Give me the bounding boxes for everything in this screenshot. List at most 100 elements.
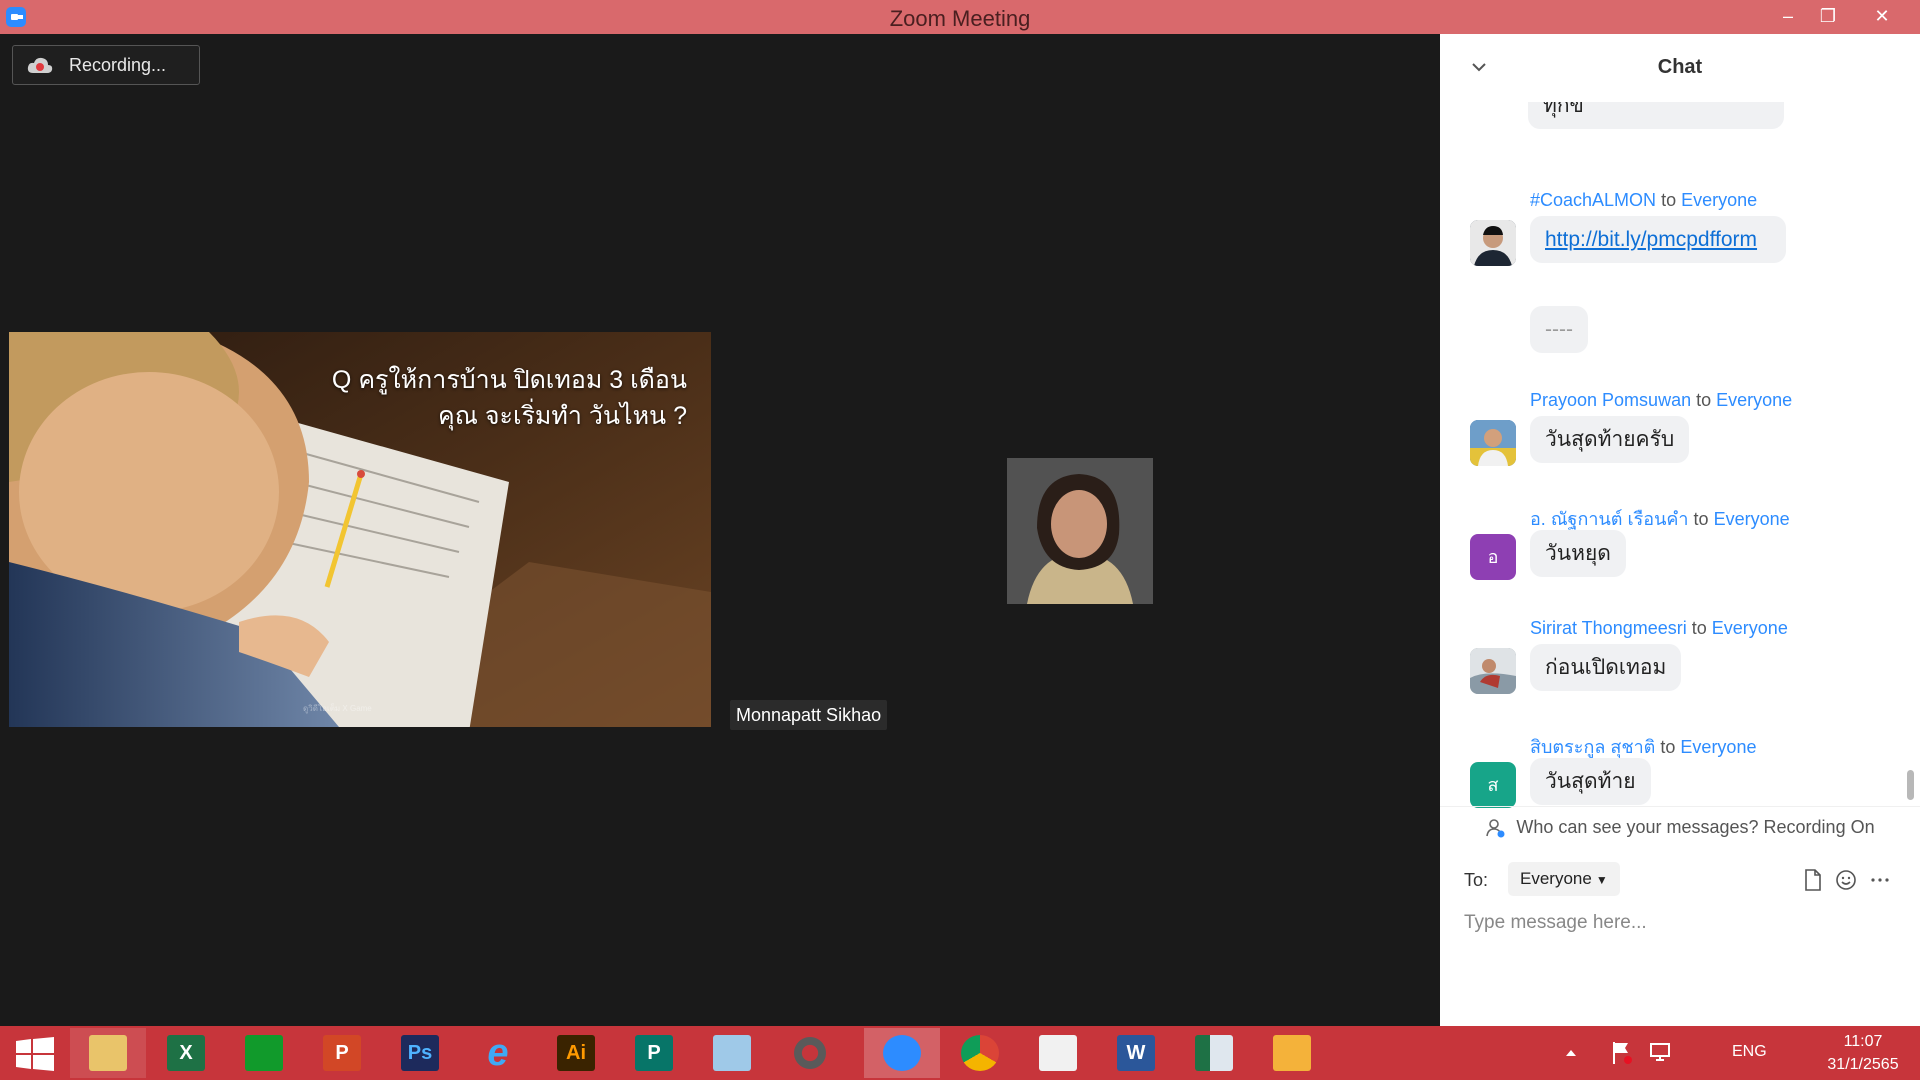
chat-messages[interactable]: ทุกข์ #CoachALMON to Everyone http://bit…	[1440, 102, 1910, 842]
message-input[interactable]	[1464, 908, 1894, 938]
avatar-photo	[1470, 420, 1516, 466]
avatar-photo	[1470, 220, 1516, 266]
more-options-icon[interactable]	[1866, 866, 1894, 894]
minimize-button[interactable]: –	[1768, 0, 1808, 34]
recipient-name: Everyone	[1681, 190, 1758, 210]
window-title: Zoom Meeting	[889, 6, 1031, 31]
taskbar-publisher[interactable]: P	[616, 1028, 692, 1078]
chrome-icon	[961, 1035, 999, 1071]
chevron-up-icon[interactable]	[1564, 1046, 1578, 1058]
participant-video[interactable]	[1007, 458, 1153, 604]
chat-header: Chat	[1440, 34, 1920, 102]
folder-icon	[89, 1035, 127, 1071]
slide-watermark: ดูวิดีโอเต็ม X Game	[303, 704, 372, 713]
chat-message-group: Sirirat Thongmeesri to Everyone ก่อนเปิด…	[1470, 618, 1890, 708]
taskbar-photoshop[interactable]: Ps	[382, 1028, 458, 1078]
chat-message-partial: ทุกข์	[1528, 102, 1784, 129]
recipient-name: Everyone	[1713, 509, 1790, 529]
recipient-name: Everyone	[1711, 618, 1788, 638]
to-word: to	[1693, 509, 1709, 529]
taskbar-file-explorer[interactable]	[70, 1028, 146, 1078]
recipient-name: Everyone	[1716, 390, 1793, 410]
message-visibility-notice[interactable]: Who can see your messages? Recording On	[1440, 806, 1920, 846]
emoji-icon[interactable]	[1832, 866, 1860, 894]
taskbar-chrome[interactable]	[942, 1028, 1018, 1078]
person-icon	[1486, 819, 1505, 838]
chat-message-group: #CoachALMON to Everyone http://bit.ly/pm…	[1470, 190, 1890, 370]
taskbar-internet-explorer[interactable]: e	[460, 1028, 536, 1078]
windows-taskbar: X P Ps e Ai P W ENG 11:07 31/1/2565	[0, 1026, 1920, 1080]
chat-message-group: Prayoon Pomsuwan to Everyone วันสุดท้ายค…	[1470, 390, 1890, 480]
chat-link[interactable]: http://bit.ly/pmcpdfform	[1530, 216, 1786, 263]
sender-line: #CoachALMON to Everyone	[1530, 190, 1757, 211]
chat-title: Chat	[1657, 56, 1703, 78]
avatar-initial: อ	[1470, 534, 1516, 580]
sender-name[interactable]: Sirirat Thongmeesri	[1530, 618, 1687, 638]
avatar-initial: ส	[1470, 762, 1516, 808]
taskbar-photo-viewer[interactable]	[1254, 1028, 1330, 1078]
chat-message-text: ก่อนเปิดเทอม	[1530, 644, 1682, 691]
taskbar-paint[interactable]	[694, 1028, 770, 1078]
meeting-area: Recording... Q ครูให้การบ้าน ปิดเทอม 3 เ…	[0, 34, 1440, 1026]
chat-message-text: ----	[1530, 306, 1588, 353]
recording-label: Recording...	[69, 55, 167, 75]
taskbar-slideshow[interactable]	[1020, 1028, 1096, 1078]
excel-icon: X	[167, 1035, 205, 1071]
zoom-icon	[883, 1035, 921, 1071]
store-icon	[245, 1035, 283, 1071]
sender-name[interactable]: สิบตระกูล สุชาติ	[1530, 737, 1655, 757]
sender-name[interactable]: อ. ณัฐกานต์ เรือนคำ	[1530, 509, 1689, 529]
to-label: To:	[1464, 870, 1489, 890]
sender-line: อ. ณัฐกานต์ เรือนคำ to Everyone	[1530, 504, 1790, 533]
restore-button[interactable]: ❐	[1808, 0, 1848, 34]
taskbar-illustrator[interactable]: Ai	[538, 1028, 614, 1078]
close-button[interactable]: ✕	[1862, 0, 1902, 34]
internet-explorer-icon: e	[487, 1032, 509, 1074]
sender-line: สิบตระกูล สุชาติ to Everyone	[1530, 732, 1756, 761]
flag-icon[interactable]	[1610, 1040, 1634, 1066]
sender-line: Prayoon Pomsuwan to Everyone	[1530, 390, 1792, 411]
network-icon[interactable]	[1648, 1040, 1674, 1066]
participant-name-tag: Monnapatt Sikhao	[730, 700, 888, 730]
powerpoint-icon: P	[323, 1035, 361, 1071]
chat-scrollbar[interactable]	[1907, 104, 1914, 840]
cloud-recording-icon	[27, 57, 53, 73]
chat-panel: Chat ทุกข์ #CoachALMON to Everyone http:…	[1440, 34, 1920, 1026]
taskbar-photoscape[interactable]	[772, 1028, 848, 1078]
clock[interactable]: 11:07 31/1/2565	[1820, 1030, 1906, 1076]
start-button[interactable]	[0, 1028, 76, 1078]
chat-message-group: อ อ. ณัฐกานต์ เรือนคำ to Everyone วันหยุ…	[1470, 504, 1890, 594]
scrollbar-thumb[interactable]	[1907, 770, 1914, 800]
taskbar-powerpoint[interactable]: P	[304, 1028, 380, 1078]
avatar	[1470, 420, 1516, 466]
clock-time: 11:07	[1843, 1033, 1883, 1050]
recipient-select[interactable]: Everyone ▼	[1508, 862, 1620, 896]
recording-indicator[interactable]: Recording...	[12, 45, 200, 85]
sender-line: Sirirat Thongmeesri to Everyone	[1530, 618, 1788, 639]
taskbar-excel[interactable]: X	[148, 1028, 224, 1078]
taskbar-store[interactable]	[226, 1028, 302, 1078]
chat-message-text: วันหยุด	[1530, 530, 1626, 577]
photo-viewer-icon	[1273, 1035, 1311, 1071]
desktop-app-icon	[1195, 1035, 1233, 1071]
taskbar-zoom[interactable]	[864, 1028, 940, 1078]
slide-line-1: Q ครูให้การบ้าน ปิดเทอม 3 เดือน	[331, 366, 687, 394]
paint-icon	[713, 1035, 751, 1071]
system-tray: ENG 11:07 31/1/2565	[1520, 1026, 1920, 1080]
taskbar-desktop-app[interactable]	[1176, 1028, 1252, 1078]
language-indicator[interactable]: ENG	[1732, 1043, 1767, 1061]
recipient-name: Everyone	[1680, 737, 1757, 757]
to-word: to	[1691, 618, 1707, 638]
file-icon[interactable]	[1798, 866, 1826, 894]
to-word: to	[1661, 190, 1677, 210]
recipient-select-value: Everyone	[1520, 869, 1592, 888]
publisher-icon: P	[635, 1035, 673, 1071]
sender-name[interactable]: Prayoon Pomsuwan	[1530, 390, 1691, 410]
taskbar-word[interactable]: W	[1098, 1028, 1174, 1078]
word-icon: W	[1117, 1035, 1155, 1071]
avatar-photo	[1470, 648, 1516, 694]
sender-name[interactable]: #CoachALMON	[1530, 190, 1656, 210]
shared-screen: Q ครูให้การบ้าน ปิดเทอม 3 เดือน คุณ จะเร…	[9, 332, 711, 727]
chevron-down-icon: ▼	[1595, 873, 1608, 887]
windows-logo-icon	[16, 1037, 54, 1071]
